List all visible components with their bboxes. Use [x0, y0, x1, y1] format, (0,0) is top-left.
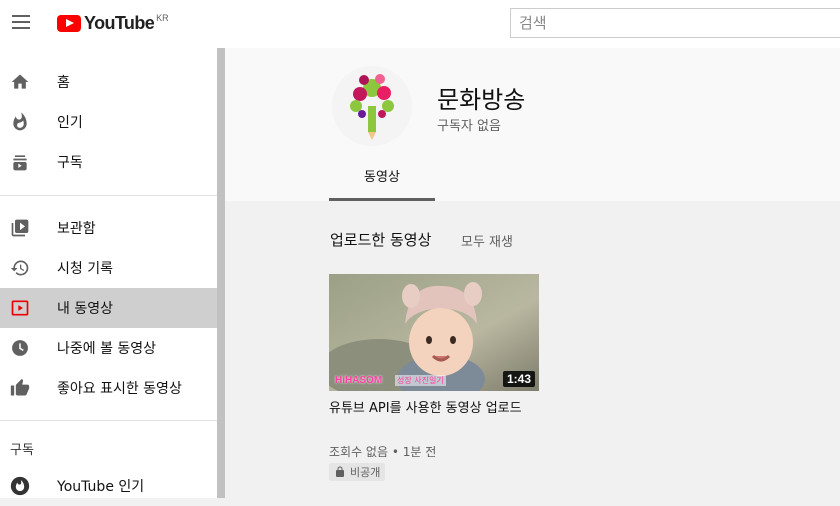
sidebar-item-label: 인기 — [57, 115, 83, 131]
sidebar-item-my-videos[interactable]: 내 동영상 — [0, 288, 217, 328]
private-badge: 비공개 — [329, 463, 386, 481]
sidebar-item-library[interactable]: 보관함 — [0, 208, 217, 248]
menu-icon[interactable] — [8, 8, 36, 36]
search-input[interactable]: 검색 — [510, 8, 840, 38]
fire-icon — [13, 112, 27, 131]
logo-region: KR — [156, 13, 169, 23]
logo-text: YouTube — [84, 13, 155, 33]
home-icon — [11, 74, 29, 89]
sidebar-divider — [0, 420, 217, 421]
thumb-up-icon — [10, 378, 30, 396]
uploads-title: 업로드한 동영상 — [330, 231, 432, 249]
thumbnail-watermark-sub: 성장 사진일기 — [395, 375, 446, 386]
sidebar: 홈 인기 구독 보관함 시청 기록 내 동영상 나중에 볼 동영상 좋아요 표시… — [0, 48, 217, 498]
sidebar-item-trending[interactable]: 인기 — [0, 102, 217, 142]
history-icon — [10, 260, 29, 276]
youtube-logo[interactable]: YouTube KR — [57, 13, 169, 35]
top-bar: YouTube KR 검색 — [0, 0, 840, 48]
youtube-play-icon — [57, 15, 81, 32]
sidebar-scrollbar[interactable] — [217, 48, 225, 498]
sidebar-item-label: YouTube 인기 — [57, 479, 145, 495]
video-meta: 조회수 없음 • 1분 전 — [329, 445, 437, 459]
youtube-popular-icon — [10, 476, 30, 496]
channel-name: 문화방송 — [437, 86, 526, 114]
sidebar-item-subscriptions[interactable]: 구독 — [0, 142, 217, 182]
library-icon — [11, 219, 29, 237]
sidebar-item-label: 구독 — [57, 155, 83, 171]
my-videos-icon — [11, 300, 29, 316]
sidebar-item-liked[interactable]: 좋아요 표시한 동영상 — [0, 368, 217, 408]
subscriptions-section-title: 구독 — [10, 443, 34, 458]
sidebar-item-label: 홈 — [57, 75, 70, 91]
video-duration: 1:43 — [502, 371, 535, 387]
channel-header: 문화방송 구독자 없음 동영상 — [225, 48, 840, 201]
sidebar-item-label: 보관함 — [57, 221, 96, 237]
channel-avatar[interactable] — [332, 66, 412, 146]
thumbnail-watermark: HiHASOM — [335, 375, 383, 386]
sidebar-item-label: 내 동영상 — [57, 301, 113, 317]
subscriber-count: 구독자 없음 — [437, 119, 501, 134]
play-all-button[interactable]: 모두 재생 — [461, 231, 513, 250]
sidebar-divider — [0, 195, 217, 196]
sidebar-item-watch-later[interactable]: 나중에 볼 동영상 — [0, 328, 217, 368]
sidebar-item-label: 시청 기록 — [57, 261, 113, 277]
video-thumbnail[interactable]: HiHASOM 성장 사진일기 1:43 — [329, 274, 539, 391]
subscriptions-icon — [13, 155, 27, 171]
sidebar-item-youtube-popular[interactable]: YouTube 인기 — [0, 466, 217, 506]
lock-icon — [336, 466, 344, 477]
sidebar-item-home[interactable]: 홈 — [0, 62, 217, 102]
sidebar-item-label: 좋아요 표시한 동영상 — [57, 381, 182, 397]
tree-pencil-logo-icon — [332, 66, 412, 146]
clock-icon — [12, 340, 28, 356]
uploads-section: 업로드한 동영상 모두 재생 HiHASOM 성장 사진일기 1:43 유튜브 … — [225, 201, 840, 498]
sidebar-item-history[interactable]: 시청 기록 — [0, 248, 217, 288]
video-title[interactable]: 유튜브 API를 사용한 동영상 업로드 — [329, 401, 529, 417]
tab-videos[interactable]: 동영상 — [329, 160, 435, 201]
private-label: 비공개 — [350, 466, 381, 479]
sidebar-item-label: 나중에 볼 동영상 — [57, 341, 157, 357]
